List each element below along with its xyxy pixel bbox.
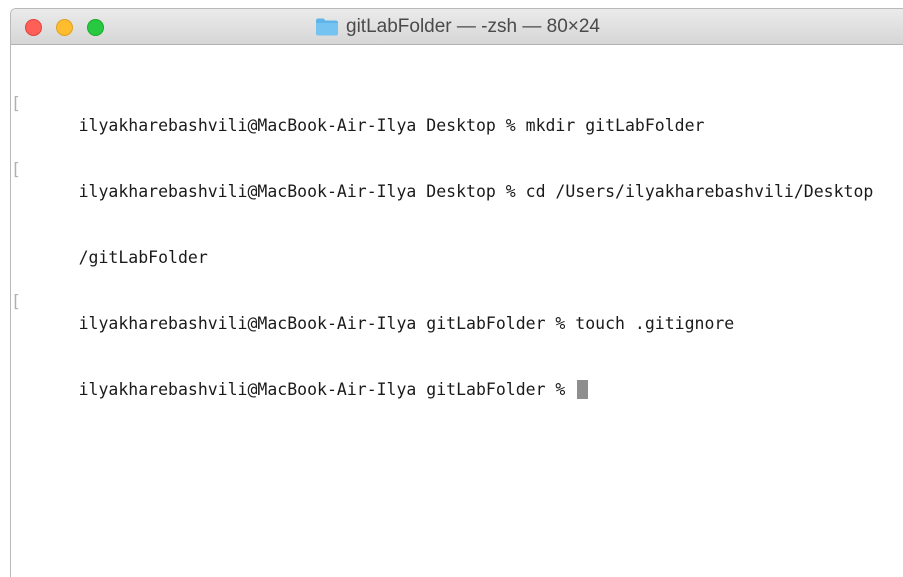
line-text: ilyakharebashvili@MacBook-Air-Ilya gitLa… [78,314,735,333]
window-title-group: gitLabFolder — -zsh — 80×24 [11,9,903,45]
window-title: gitLabFolder — -zsh — 80×24 [346,16,600,37]
line-mark-left: [ [11,94,21,113]
terminal-line: /gitLabFolder [19,225,903,267]
terminal-prompt-line[interactable]: ilyakharebashvili@MacBook-Air-Ilya gitLa… [19,357,903,399]
terminal-line: [ ilyakharebashvili@MacBook-Air-Ilya Desk… [11,93,903,135]
terminal-line: [ ilyakharebashvili@MacBook-Air-Ilya gitL… [11,291,903,333]
prompt-text: ilyakharebashvili@MacBook-Air-Ilya gitLa… [78,380,576,399]
terminal-line: [ ilyakharebashvili@MacBook-Air-Ilya Desk… [11,159,903,201]
title-bar[interactable]: gitLabFolder — -zsh — 80×24 [11,9,903,45]
terminal-window: gitLabFolder — -zsh — 80×24 [ ilyakhareba… [10,8,903,577]
folder-icon [316,18,338,36]
line-mark-left: [ [11,160,21,179]
line-mark-left: [ [11,292,21,311]
line-text: /gitLabFolder [78,248,208,267]
line-text: ilyakharebashvili@MacBook-Air-Ilya Deskt… [78,116,705,135]
terminal-content[interactable]: [ ilyakharebashvili@MacBook-Air-Ilya Desk… [11,45,903,577]
text-cursor [577,380,589,399]
line-text: ilyakharebashvili@MacBook-Air-Ilya Deskt… [78,182,874,201]
